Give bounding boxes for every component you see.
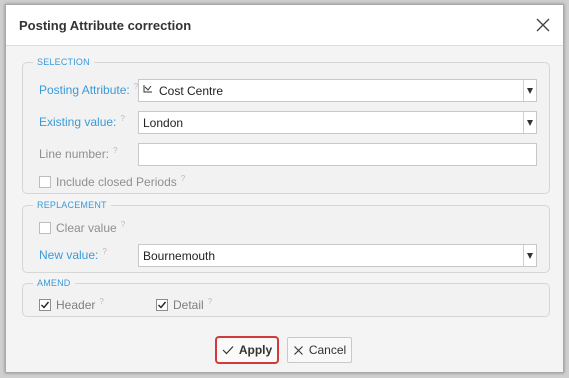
cancel-button[interactable]: Cancel <box>287 337 352 363</box>
help-icon[interactable]: ? <box>121 220 125 229</box>
replacement-group: REPLACEMENT Clear value ? New value: ? B… <box>22 200 550 273</box>
help-icon[interactable]: ? <box>120 114 124 123</box>
new-value-row: New value: ? <box>39 247 107 263</box>
line-number-label: Line number: <box>39 147 110 161</box>
existing-value-label: Existing value: <box>39 115 117 129</box>
chevron-down-icon[interactable] <box>523 80 536 101</box>
help-icon[interactable]: ? <box>113 146 117 155</box>
cancel-label: Cancel <box>308 343 347 357</box>
replacement-legend: REPLACEMENT <box>37 200 107 210</box>
posting-attribute-correction-dialog: Posting Attribute correction SELECTION P… <box>5 4 564 373</box>
include-closed-periods-checkbox[interactable] <box>39 176 51 188</box>
apply-label: Apply <box>238 343 273 357</box>
clear-value-checkbox[interactable] <box>39 222 51 234</box>
include-closed-periods-row: Include closed Periods ? <box>39 174 185 189</box>
existing-value-row: Existing value: ? <box>39 114 125 130</box>
dialog-titlebar: Posting Attribute correction <box>6 5 563 46</box>
existing-value-value: London <box>143 115 184 130</box>
posting-attribute-value: Cost Centre <box>159 83 224 98</box>
close-icon <box>536 18 550 32</box>
chevron-down-icon[interactable] <box>523 112 536 133</box>
selection-legend: SELECTION <box>37 57 90 67</box>
line-number-input[interactable] <box>138 143 537 166</box>
header-row: Header ? <box>39 297 104 312</box>
attribute-type-icon <box>143 84 153 97</box>
clear-value-row: Clear value ? <box>39 220 125 235</box>
detail-row: Detail ? <box>156 297 212 312</box>
help-icon[interactable]: ? <box>208 297 212 306</box>
detail-checkbox[interactable] <box>156 299 168 311</box>
apply-button[interactable]: Apply <box>215 336 279 364</box>
selection-group: SELECTION Posting Attribute: ? Cost Cent… <box>22 57 550 194</box>
posting-attribute-row: Posting Attribute: ? <box>39 82 138 98</box>
existing-value-select[interactable]: London <box>138 111 537 134</box>
close-icon <box>293 345 304 356</box>
new-value-label: New value: <box>39 248 99 262</box>
checkmark-icon <box>158 301 167 309</box>
clear-value-label: Clear value <box>56 221 117 235</box>
posting-attribute-label: Posting Attribute: <box>39 83 130 97</box>
line-number-row: Line number: ? <box>39 146 118 162</box>
header-checkbox[interactable] <box>39 299 51 311</box>
help-icon[interactable]: ? <box>102 247 106 256</box>
new-value-value: Bournemouth <box>143 248 216 263</box>
checkmark-icon <box>41 301 50 309</box>
posting-attribute-select[interactable]: Cost Centre <box>138 79 537 102</box>
header-label: Header <box>56 298 96 312</box>
help-icon[interactable]: ? <box>99 297 103 306</box>
amend-group: AMEND Header ? Detail ? <box>22 278 550 317</box>
include-closed-periods-label: Include closed Periods <box>56 175 177 189</box>
dialog-title: Posting Attribute correction <box>19 18 192 33</box>
new-value-select[interactable]: Bournemouth <box>138 244 537 267</box>
help-icon[interactable]: ? <box>181 174 185 183</box>
detail-label: Detail <box>173 298 204 312</box>
amend-legend: AMEND <box>37 278 71 288</box>
close-button[interactable] <box>533 15 553 35</box>
chevron-down-icon[interactable] <box>523 245 536 266</box>
check-icon <box>222 345 234 355</box>
